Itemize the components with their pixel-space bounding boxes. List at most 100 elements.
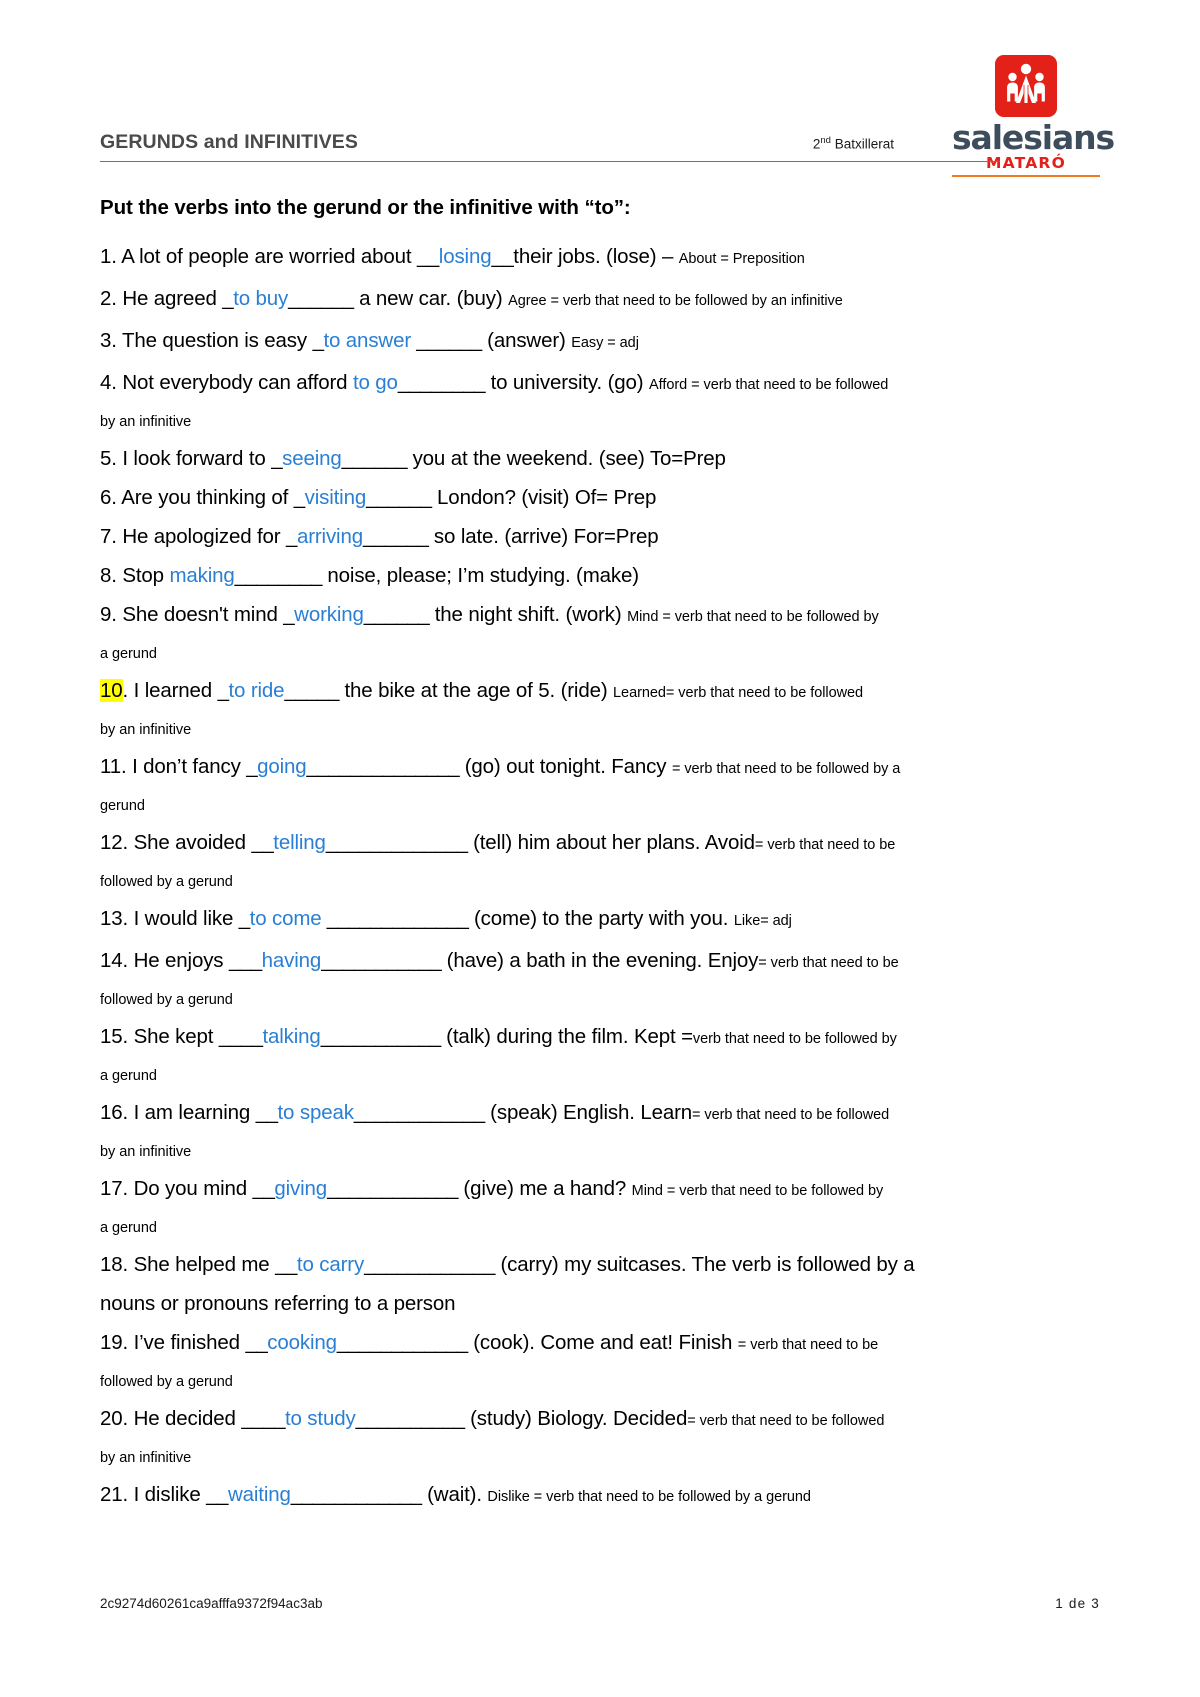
answer-text: to speak bbox=[277, 1101, 354, 1124]
answer-blank-leading: _ bbox=[222, 287, 234, 310]
question-text-post: (tell) him about her plans. Avoid bbox=[467, 831, 755, 854]
question-text-post: (study) Biology. Decided bbox=[464, 1407, 688, 1430]
answer-blank-leading: ____ bbox=[241, 1407, 285, 1430]
question-number: 4. bbox=[100, 371, 123, 394]
grammar-note-continuation: followed by a gerund bbox=[100, 874, 233, 890]
question-number: 8. bbox=[100, 564, 123, 587]
grammar-note-continuation: by an infinitive bbox=[100, 1144, 192, 1160]
question-item: 19. I’ve finished __cooking____________ … bbox=[100, 1323, 1040, 1399]
question-text-post: to university. (go) bbox=[485, 371, 649, 394]
answer-text: to buy bbox=[233, 287, 289, 310]
question-number: 13. bbox=[100, 907, 134, 930]
question-list: 1. A lot of people are worried about __l… bbox=[100, 237, 1040, 1517]
question-text-post: (wait). bbox=[421, 1483, 488, 1506]
grammar-note: Dislike = verb that need to be followed … bbox=[487, 1489, 811, 1505]
question-text-pre: She kept bbox=[133, 1025, 219, 1048]
answer-blank-trailing: __ bbox=[491, 245, 514, 268]
question-text-post: (give) me a hand? bbox=[457, 1177, 632, 1200]
answer-blank-trailing: ____________ bbox=[327, 1177, 458, 1200]
grammar-note: Afford = verb that need to be followed bbox=[649, 377, 889, 393]
question-number: 21. bbox=[100, 1483, 134, 1506]
answer-blank-trailing: ____________ bbox=[336, 1331, 468, 1354]
question-text-pre: The question is easy bbox=[121, 329, 313, 352]
question-text-pre: I’ve finished bbox=[133, 1331, 246, 1354]
question-text-post: (go) out tonight. Fancy bbox=[459, 755, 672, 778]
answer-blank-trailing: ______ bbox=[363, 603, 430, 626]
page-footer: 2c9274d60261ca9afffa9372f94ac3ab 1 de 3 bbox=[100, 1596, 1100, 1611]
answer-text: cooking bbox=[267, 1331, 337, 1354]
grammar-note: = verb that need to be followed bbox=[692, 1107, 890, 1123]
grammar-note: Mind = verb that need to be followed by bbox=[631, 1183, 884, 1199]
answer-text: to come bbox=[249, 907, 322, 930]
question-text-post: (speak) English. Learn bbox=[484, 1101, 692, 1124]
question-text-pre: He apologized for bbox=[122, 525, 287, 548]
answer-text: waiting bbox=[227, 1483, 291, 1506]
question-text-post: London? (visit) Of= Prep bbox=[431, 486, 657, 509]
question-number: 20. bbox=[100, 1407, 134, 1430]
question-item: 15. She kept ____talking___________ (tal… bbox=[100, 1017, 1040, 1093]
answer-blank-trailing: ______ bbox=[366, 486, 432, 509]
grammar-note: Agree = verb that need to be followed by… bbox=[508, 293, 843, 309]
answer-blank-trailing: ____________ bbox=[290, 1483, 422, 1506]
answer-blank-trailing: __________ bbox=[355, 1407, 466, 1430]
answer-text: arriving bbox=[296, 525, 363, 548]
question-item: 21. I dislike __waiting____________ (wai… bbox=[100, 1475, 1040, 1517]
answer-blank-leading: __ bbox=[416, 245, 439, 268]
exercise-content: Put the verbs into the gerund or the inf… bbox=[100, 196, 1040, 1517]
question-text-post: (answer) bbox=[481, 329, 572, 352]
logo-underline bbox=[952, 175, 1100, 178]
answer-blank-trailing: _____ bbox=[284, 679, 339, 702]
question-item: 5. I look forward to _seeing______ you a… bbox=[100, 439, 1040, 478]
question-continuation: nouns or pronouns referring to a person bbox=[100, 1292, 456, 1315]
question-number: 7. bbox=[100, 525, 123, 548]
question-text-pre: I dislike bbox=[133, 1483, 207, 1506]
answer-blank-leading: __ bbox=[251, 831, 274, 854]
header-title-row: GERUNDS and INFINITIVES 2nd Batxillerat bbox=[100, 131, 894, 154]
answer-text: visiting bbox=[304, 486, 367, 509]
question-number: 12. bbox=[100, 831, 134, 854]
answer-text: giving bbox=[274, 1177, 328, 1200]
answer-blank-trailing: ___________ bbox=[320, 1025, 441, 1048]
answer-blank-trailing: ________ bbox=[397, 371, 486, 394]
salesians-logo: salesians MATARÓ bbox=[952, 55, 1115, 178]
answer-blank-trailing: ______ bbox=[362, 525, 429, 548]
grammar-note: Mind = verb that need to be followed by bbox=[627, 609, 879, 625]
answer-text: telling bbox=[273, 831, 326, 854]
question-number: 15. bbox=[100, 1025, 134, 1048]
answer-text: losing bbox=[438, 245, 492, 268]
answer-blank-trailing: ______ bbox=[341, 447, 408, 470]
question-item: 16. I am learning __to speak____________… bbox=[100, 1093, 1040, 1169]
document-id: 2c9274d60261ca9afffa9372f94ac3ab bbox=[100, 1596, 323, 1611]
logo-wordmark: salesians bbox=[952, 118, 1115, 157]
answer-blank-leading: _ bbox=[312, 329, 324, 352]
grammar-note: Easy = adj bbox=[571, 335, 639, 351]
question-text-pre: She doesn't mind bbox=[122, 603, 284, 626]
answer-blank-trailing: ______ bbox=[288, 287, 354, 310]
answer-blank-leading: __ bbox=[206, 1483, 228, 1506]
question-text-post: their jobs. (lose) – bbox=[513, 245, 679, 268]
question-number: 11. bbox=[100, 755, 133, 778]
question-text-pre: He agreed bbox=[122, 287, 223, 310]
question-number: 10 bbox=[100, 679, 123, 702]
answer-blank-leading: ___ bbox=[228, 949, 262, 972]
answer-text: to answer bbox=[323, 329, 411, 352]
answer-text: talking bbox=[262, 1025, 321, 1048]
answer-blank-leading: _ bbox=[238, 907, 250, 930]
answer-text: making bbox=[169, 564, 235, 587]
question-text-pre: Stop bbox=[122, 564, 170, 587]
question-number: 1. bbox=[100, 245, 122, 268]
question-number: 18. bbox=[100, 1253, 134, 1276]
question-text-pre: I look forward to bbox=[122, 447, 272, 470]
course-name: Batxillerat bbox=[830, 136, 894, 151]
page-number: 1 de 3 bbox=[1055, 1596, 1100, 1611]
grammar-note-continuation: gerund bbox=[100, 798, 145, 814]
question-item: 14. He enjoys ___having___________ (have… bbox=[100, 941, 1040, 1017]
document-page: salesians MATARÓ GERUNDS and INFINITIVES… bbox=[0, 0, 1200, 1697]
question-item: 6. Are you thinking of _visiting______ L… bbox=[100, 478, 1040, 517]
question-item: 12. She avoided __telling_____________ (… bbox=[100, 823, 1040, 899]
question-text-pre: I don’t fancy bbox=[132, 755, 247, 778]
question-item: 3. The question is easy _to answer _____… bbox=[100, 321, 1040, 363]
grammar-note-continuation: a gerund bbox=[100, 1220, 157, 1236]
question-text-post: (talk) during the film. Kept = bbox=[440, 1025, 693, 1048]
grammar-note-continuation: by an infinitive bbox=[100, 1450, 192, 1466]
